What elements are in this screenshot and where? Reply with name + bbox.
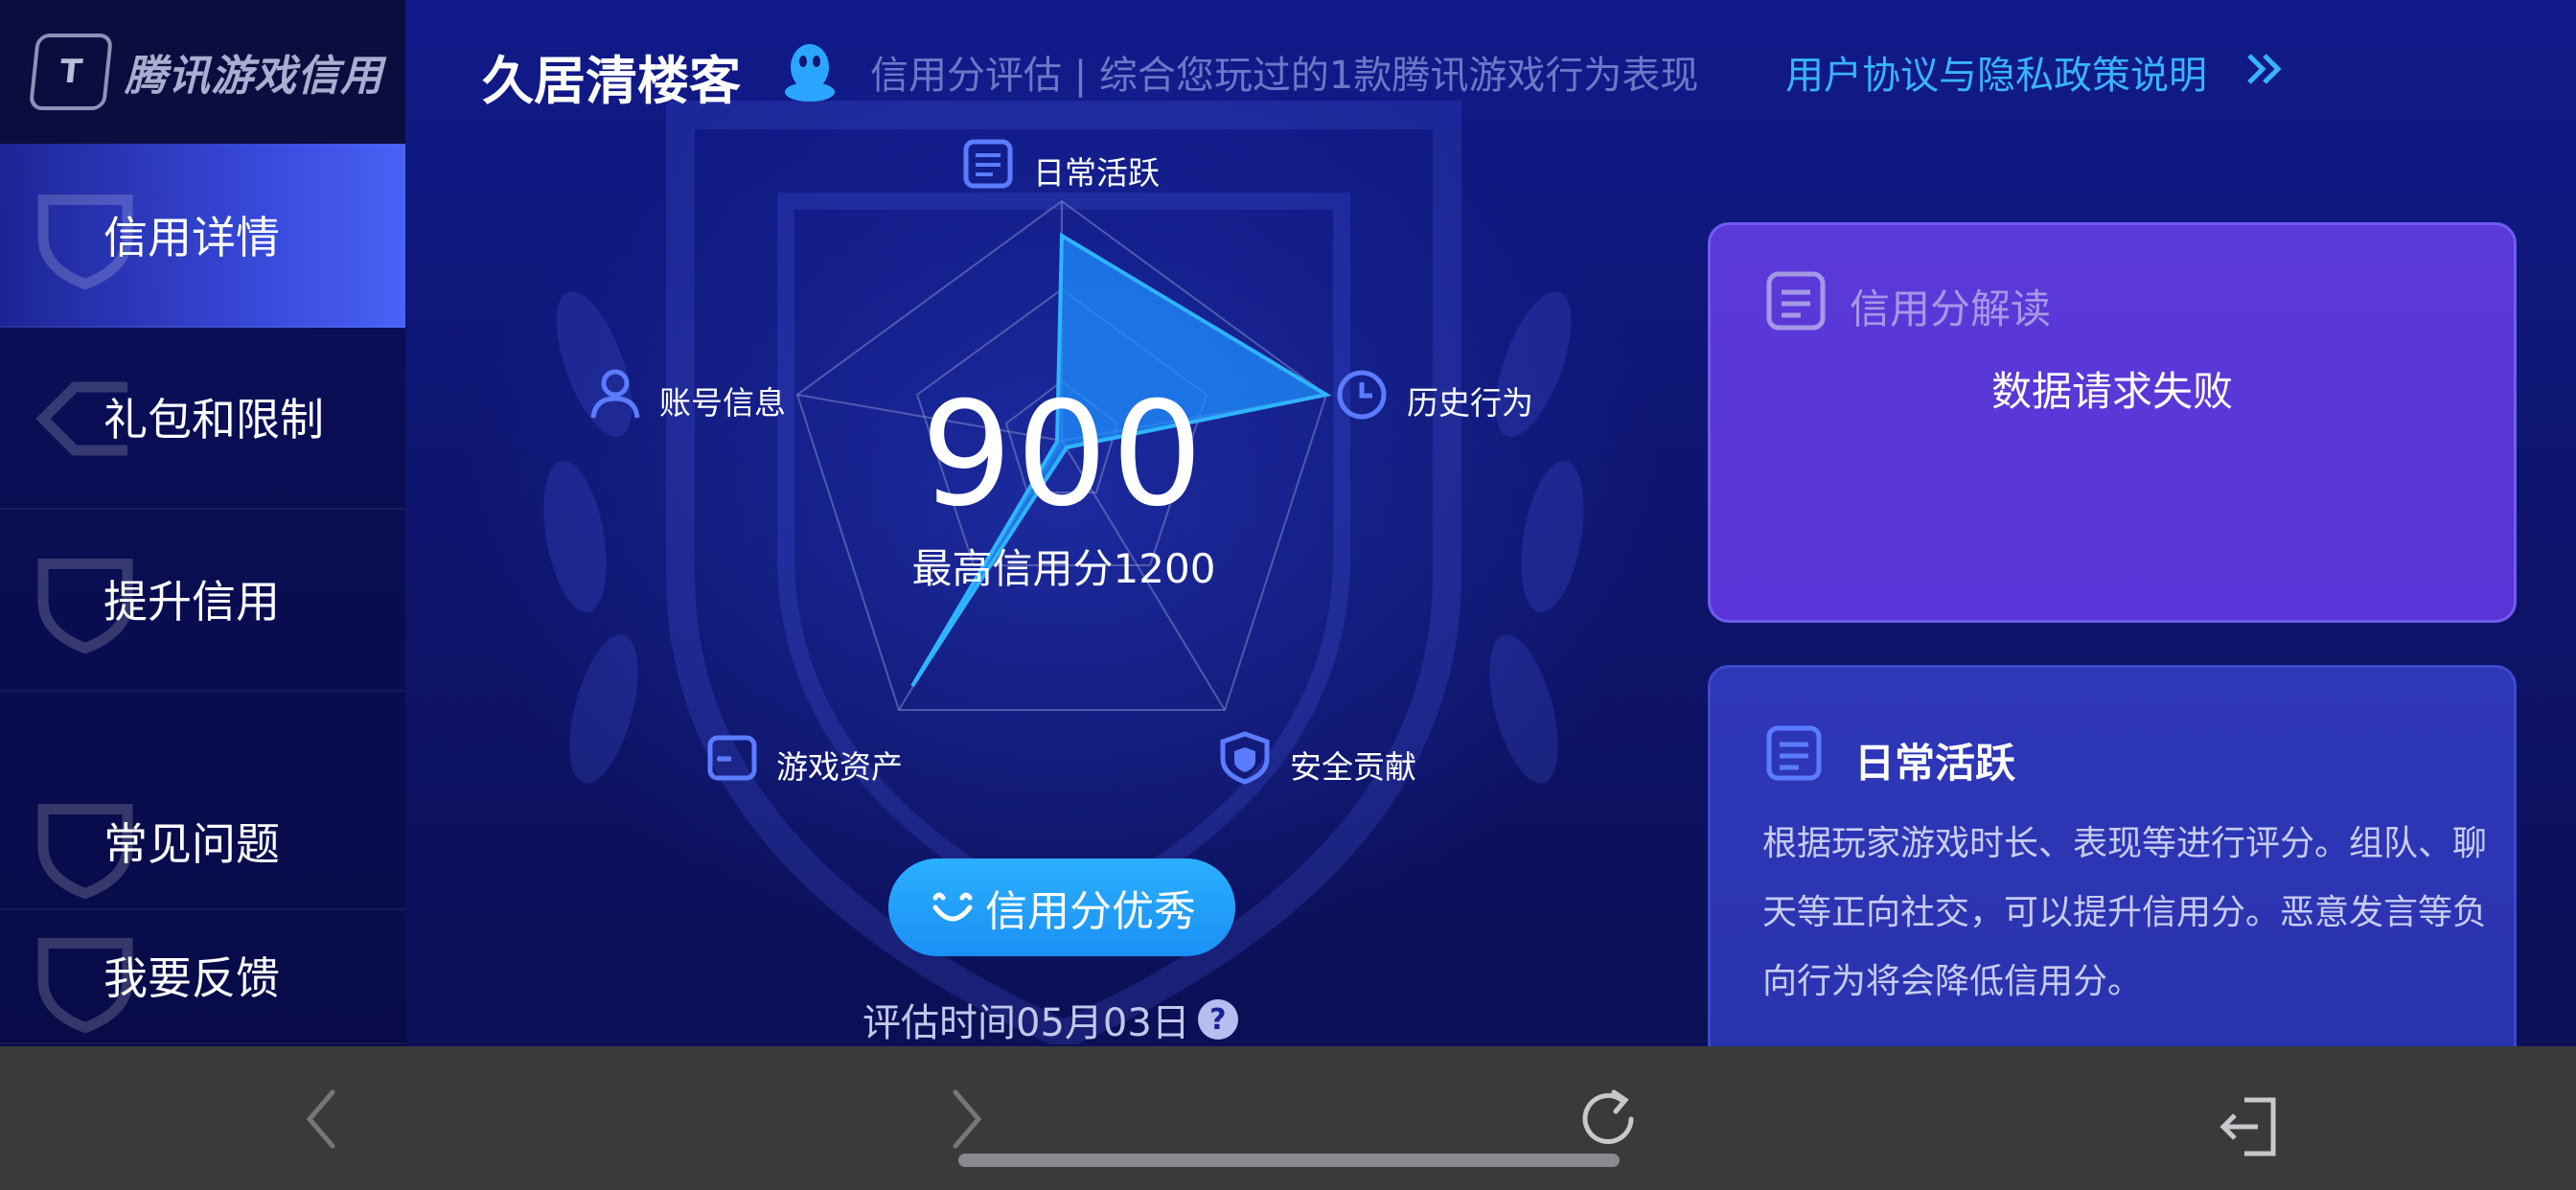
card-title: 日常活跃 bbox=[1854, 740, 2016, 787]
sidebar-item-gifts-limits[interactable]: 礼包和限制 bbox=[0, 326, 405, 510]
shield-icon bbox=[1220, 731, 1270, 785]
policy-link[interactable]: 用户协议与隐私政策说明 bbox=[1785, 44, 2207, 100]
sidebar-item-improve-credit[interactable]: 提升信用 bbox=[0, 508, 405, 692]
smile-icon bbox=[932, 892, 973, 922]
player-name: 久居清楼客 bbox=[482, 51, 741, 111]
exit-icon[interactable] bbox=[2210, 1088, 2287, 1165]
radar-label-account: 账号信息 bbox=[659, 384, 786, 422]
sidebar-item-faq[interactable]: 常见问题 bbox=[0, 774, 405, 910]
refresh-icon[interactable] bbox=[1572, 1081, 1648, 1157]
help-icon[interactable]: ? bbox=[1197, 999, 1238, 1040]
app-logo: T 腾讯游戏信用 bbox=[0, 0, 405, 144]
sidebar-item-label: 提升信用 bbox=[104, 576, 280, 628]
back-icon[interactable] bbox=[285, 1081, 361, 1157]
sidebar-item-credit-details[interactable]: 信用详情 bbox=[0, 144, 405, 328]
credit-interpretation-card: 信用分解读 数据请求失败 bbox=[1708, 222, 2517, 623]
sidebar-item-label: 礼包和限制 bbox=[104, 394, 324, 446]
credit-level-label: 信用分优秀 bbox=[985, 887, 1196, 936]
sidebar-item-feedback[interactable]: 我要反馈 bbox=[0, 908, 405, 1044]
daily-activity-card: 日常活跃 根据玩家游戏时长、表现等进行评分。组队、聊天等正向社交，可以提升信用分… bbox=[1708, 665, 2517, 1067]
card-title: 信用分解读 bbox=[1850, 286, 2052, 332]
clock-icon bbox=[1337, 370, 1387, 420]
sidebar-item-label: 我要反馈 bbox=[104, 952, 280, 1004]
header: 久居清楼客 信用分评估 | 综合您玩过的1款腾讯游戏行为表现 用户协议与隐私政策… bbox=[405, 0, 2576, 144]
home-indicator[interactable] bbox=[958, 1154, 1620, 1167]
forward-icon[interactable] bbox=[927, 1081, 1003, 1157]
evaluation-time: 评估时间05月03日 ? bbox=[862, 992, 1238, 1047]
radar-label-assets: 游戏资产 bbox=[776, 748, 903, 786]
error-message: 数据请求失败 bbox=[1990, 368, 2233, 415]
logo-text: 腾讯游戏信用 bbox=[125, 52, 383, 101]
browser-toolbar bbox=[0, 1046, 2576, 1190]
radar-label-security: 安全贡献 bbox=[1290, 748, 1416, 786]
user-icon bbox=[590, 369, 640, 419]
document-icon bbox=[1766, 271, 1826, 331]
card-description: 根据玩家游戏时长、表现等进行评分。组队、聊天等正向社交，可以提升信用分。恶意发言… bbox=[1762, 824, 2488, 1001]
max-credit-score: 最高信用分1200 bbox=[911, 545, 1216, 592]
shield-logo-icon: T bbox=[28, 34, 114, 110]
sidebar-item-label: 常见问题 bbox=[104, 818, 280, 870]
double-chevron-right-icon[interactable] bbox=[2243, 50, 2286, 88]
document-icon bbox=[1766, 725, 1822, 781]
wallet-icon bbox=[707, 735, 757, 781]
credit-screen: T 腾讯游戏信用 信用详情 礼包和限制 提升信用 常见问题 我要反馈 久居清楼客 bbox=[0, 0, 2576, 1190]
qq-penguin-icon bbox=[785, 44, 835, 102]
radar-label-daily: 日常活跃 bbox=[1033, 154, 1160, 192]
sidebar-item-label: 信用详情 bbox=[104, 212, 280, 263]
credit-score: 900 bbox=[920, 372, 1208, 538]
document-icon bbox=[963, 139, 1013, 189]
evaluation-time-label: 评估时间05月03日 bbox=[862, 1001, 1190, 1045]
radar-label-history: 历史行为 bbox=[1407, 384, 1533, 422]
sidebar: T 腾讯游戏信用 信用详情 礼包和限制 提升信用 常见问题 我要反馈 bbox=[0, 0, 405, 1046]
header-description: 信用分评估 | 综合您玩过的1款腾讯游戏行为表现 bbox=[870, 54, 1699, 98]
credit-level-button[interactable]: 信用分优秀 bbox=[888, 858, 1235, 956]
